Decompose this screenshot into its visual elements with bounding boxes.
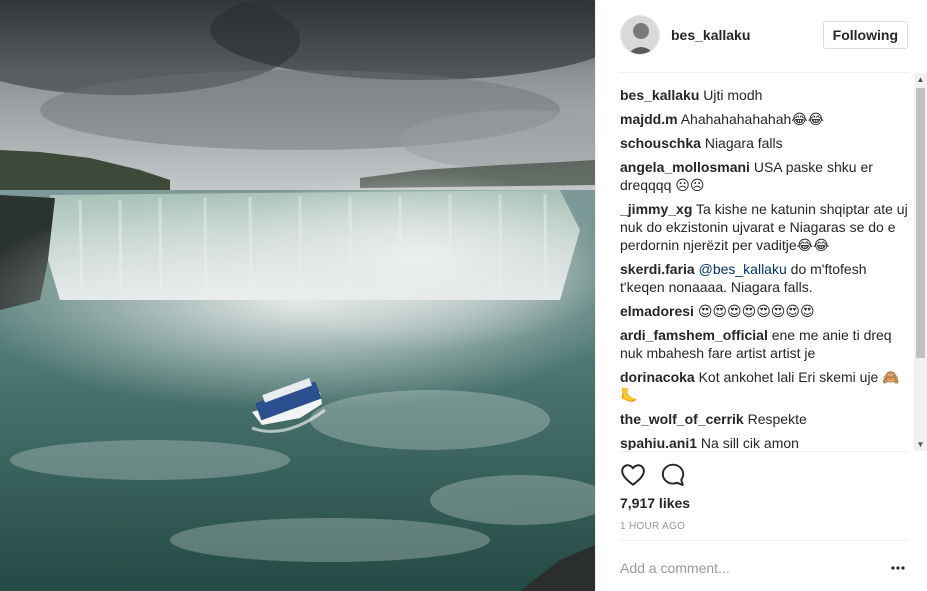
- comment-item: spahiu.ani1 Na sill cik amon: [620, 434, 908, 450]
- header-username[interactable]: bes_kallaku: [671, 27, 823, 43]
- comment-text: Ahahahahahahah😂😂: [680, 111, 824, 127]
- comment-item: _jimmy_xg Ta kishe ne katunin shqiptar a…: [620, 200, 908, 254]
- comment-item: dorinacoka Kot ankohet lali Eri skemi uj…: [620, 368, 908, 404]
- actions-divider: [620, 451, 908, 452]
- comment-username[interactable]: dorinacoka: [620, 369, 695, 385]
- comment-item: skerdi.faria @bes_kallaku do m'ftofesh t…: [620, 260, 908, 296]
- comment-text: Respekte: [747, 411, 807, 427]
- more-options-icon[interactable]: [890, 562, 906, 574]
- comment-item: angela_mollosmani USA paske shku er dreq…: [620, 158, 908, 194]
- avatar[interactable]: [620, 15, 660, 55]
- post-header: bes_kallaku Following: [620, 14, 908, 56]
- post-actions: [620, 462, 700, 488]
- comment-username[interactable]: bes_kallaku: [620, 87, 699, 103]
- following-button[interactable]: Following: [822, 21, 908, 49]
- comment-username[interactable]: spahiu.ani1: [620, 435, 697, 450]
- comment-username[interactable]: angela_mollosmani: [620, 159, 750, 175]
- comment-item: schouschka Niagara falls: [620, 134, 908, 152]
- comment-text: Niagara falls: [704, 135, 783, 151]
- comment-text: Na sill cik amon: [700, 435, 799, 450]
- comment-bubble-icon[interactable]: [660, 462, 686, 488]
- add-comment-input[interactable]: Add a comment...: [620, 560, 860, 576]
- scroll-thumb[interactable]: [916, 88, 925, 358]
- avatar-image: [621, 16, 659, 54]
- comment-username[interactable]: schouschka: [620, 135, 701, 151]
- comment-list[interactable]: bes_kallaku Ujti modh majdd.m Ahahahahah…: [620, 86, 908, 450]
- comment-item: the_wolf_of_cerrik Respekte: [620, 410, 908, 428]
- comment-username[interactable]: skerdi.faria: [620, 261, 695, 277]
- scroll-down-arrow-icon[interactable]: ▼: [914, 438, 927, 451]
- comment-item: bes_kallaku Ujti modh: [620, 86, 908, 104]
- comment-item: majdd.m Ahahahahahahah😂😂: [620, 110, 908, 128]
- comment-username[interactable]: elmadoresi: [620, 303, 694, 319]
- post-side-panel: bes_kallaku Following bes_kallaku Ujti m…: [595, 0, 927, 591]
- comment-username[interactable]: _jimmy_xg: [620, 201, 692, 217]
- post-timestamp[interactable]: 1 HOUR AGO: [620, 521, 685, 532]
- comment-username[interactable]: ardi_famshem_official: [620, 327, 768, 343]
- comment-text: 😍😍😍😍😍😍😍😍: [697, 303, 815, 319]
- comment-item: elmadoresi 😍😍😍😍😍😍😍😍: [620, 302, 908, 320]
- comment-username[interactable]: the_wolf_of_cerrik: [620, 411, 744, 427]
- niagara-falls-photo: [0, 0, 595, 591]
- comment-mention-link[interactable]: @bes_kallaku: [699, 261, 787, 277]
- comment-divider: [620, 540, 908, 541]
- comment-text: Ujti modh: [703, 87, 763, 103]
- post-photo[interactable]: [0, 0, 595, 591]
- scroll-up-arrow-icon[interactable]: ▲: [914, 73, 927, 86]
- heart-icon[interactable]: [620, 462, 646, 488]
- comment-username[interactable]: majdd.m: [620, 111, 678, 127]
- likes-count[interactable]: 7,917 likes: [620, 495, 690, 511]
- comment-item: ardi_famshem_official ene me anie ti dre…: [620, 326, 908, 362]
- header-divider: [620, 72, 908, 73]
- comments-scrollbar[interactable]: ▲ ▼: [914, 73, 927, 451]
